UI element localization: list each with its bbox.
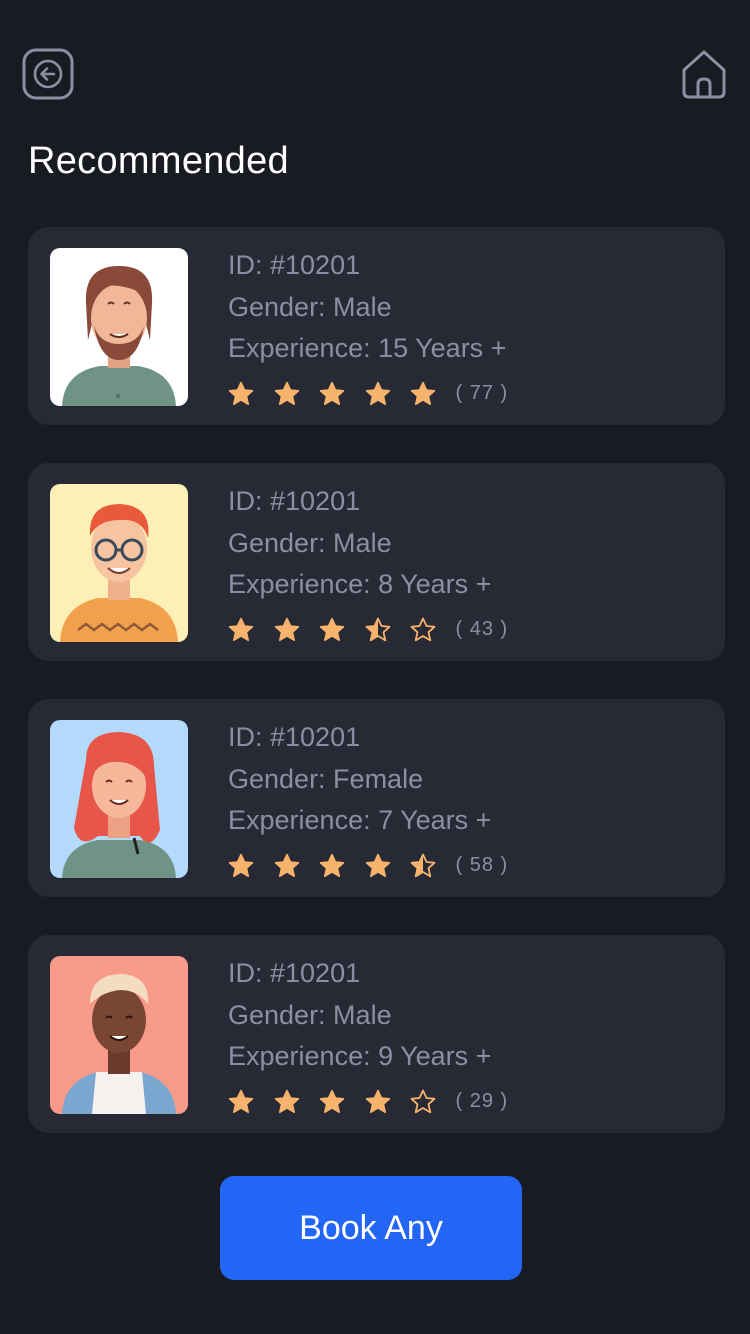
star-icon [319, 381, 345, 407]
arrow-left-icon [22, 48, 74, 100]
star-icon [274, 1089, 300, 1115]
doctor-id: ID: #10201 [228, 486, 361, 516]
doctor-id: ID: #10201 [228, 958, 361, 988]
rating: ( 29 ) [228, 1082, 508, 1122]
star-icon [319, 1089, 345, 1115]
doctor-card[interactable]: ID: #10201 Gender: Male Experience: 15 Y… [28, 227, 725, 425]
star-outline-icon [410, 1089, 436, 1115]
back-button[interactable] [22, 48, 74, 100]
rating: ( 77 ) [228, 374, 508, 414]
star-icon [228, 617, 254, 643]
star-icon [319, 617, 345, 643]
doctor-experience: Experience: 15 Years + [228, 333, 507, 363]
doctor-gender: Gender: Male [228, 291, 392, 322]
star-icon [274, 381, 300, 407]
star-icon [365, 853, 391, 879]
doctor-id: ID: #10201 [228, 722, 361, 752]
star-icon [228, 853, 254, 879]
doctor-info: ID: #10201 Gender: Male Experience: 8 Ye… [228, 481, 508, 650]
review-count: ( 29 ) [455, 1090, 509, 1112]
doctor-experience: Experience: 8 Years + [228, 569, 492, 599]
doctor-gender: Gender: Male [228, 527, 392, 558]
star-icon [410, 381, 436, 407]
rating: ( 43 ) [228, 610, 508, 650]
review-count: ( 77 ) [455, 382, 509, 404]
doctor-experience: Experience: 9 Years + [228, 1041, 492, 1071]
star-icon [274, 853, 300, 879]
star-icon [274, 617, 300, 643]
star-icon [365, 381, 391, 407]
doctor-card[interactable]: ID: #10201 Gender: Male Experience: 8 Ye… [28, 463, 725, 661]
doctor-list: ID: #10201 Gender: Male Experience: 15 Y… [28, 227, 725, 1171]
avatar [50, 484, 188, 642]
star-half-icon [365, 617, 391, 643]
star-outline-icon [410, 617, 436, 643]
doctor-card[interactable]: ID: #10201 Gender: Male Experience: 9 Ye… [28, 935, 725, 1133]
review-count: ( 43 ) [455, 618, 509, 640]
doctor-gender: Gender: Male [228, 999, 392, 1030]
book-any-button[interactable]: Book Any [220, 1176, 522, 1280]
doctor-id: ID: #10201 [228, 250, 361, 280]
home-button[interactable] [680, 48, 728, 100]
doctor-info: ID: #10201 Gender: Male Experience: 15 Y… [228, 245, 508, 414]
doctor-info: ID: #10201 Gender: Male Experience: 9 Ye… [228, 953, 508, 1122]
page-title: Recommended [28, 140, 289, 182]
rating: ( 58 ) [228, 846, 508, 886]
home-icon [682, 50, 726, 99]
doctor-gender: Gender: Female [228, 763, 424, 794]
doctor-card[interactable]: ID: #10201 Gender: Female Experience: 7 … [28, 699, 725, 897]
star-icon [365, 1089, 391, 1115]
review-count: ( 58 ) [455, 854, 509, 876]
star-icon [228, 381, 254, 407]
avatar [50, 956, 188, 1114]
star-icon [319, 853, 345, 879]
doctor-info: ID: #10201 Gender: Female Experience: 7 … [228, 717, 508, 886]
doctor-experience: Experience: 7 Years + [228, 805, 492, 835]
star-half-icon [410, 853, 436, 879]
avatar [50, 248, 188, 406]
star-icon [228, 1089, 254, 1115]
avatar [50, 720, 188, 878]
